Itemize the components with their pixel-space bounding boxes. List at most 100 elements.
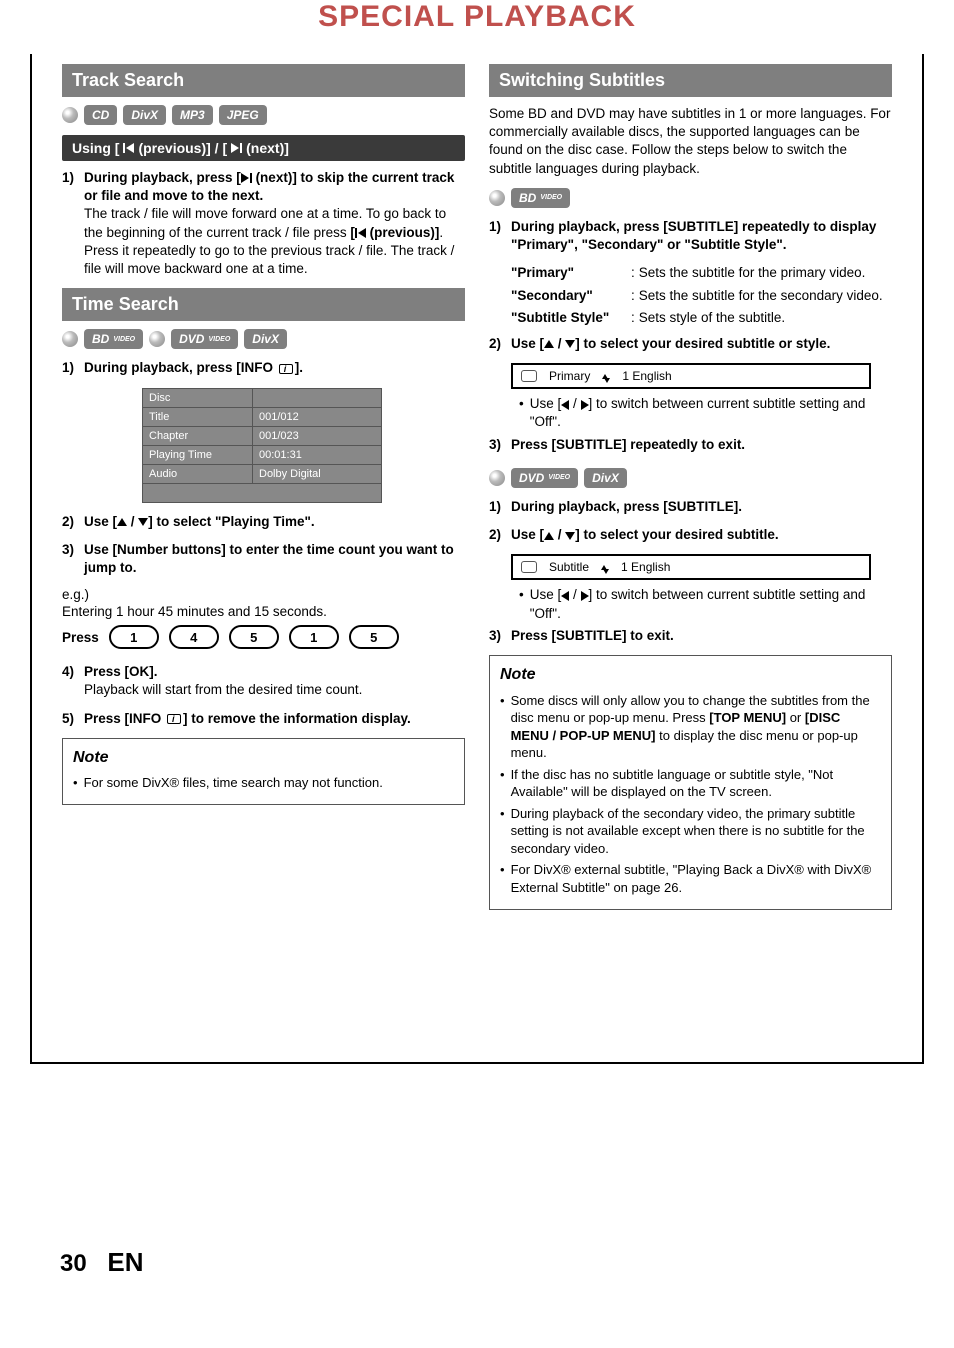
definition-row: "Subtitle Style" : Sets style of the sub… bbox=[511, 309, 892, 327]
disc-icon bbox=[489, 190, 505, 206]
step-lead: Use [ / ] to select "Playing Time". bbox=[84, 513, 465, 531]
table-cell: 001/012 bbox=[253, 407, 382, 426]
def-desc: Sets style of the subtitle. bbox=[639, 309, 785, 327]
def-desc: Sets the subtitle for the secondary vide… bbox=[639, 287, 883, 305]
number-button: 4 bbox=[169, 625, 219, 649]
def-desc: Sets the subtitle for the primary video. bbox=[639, 264, 866, 282]
step-body-text-2: Press it repeatedly to go to the previou… bbox=[84, 243, 454, 276]
note-item: If the disc has no subtitle language or … bbox=[511, 766, 881, 801]
step-number: 3) bbox=[62, 541, 84, 577]
down-arrow-icon bbox=[565, 532, 575, 540]
skip-next-icon bbox=[231, 143, 242, 153]
time-search-badges: BDVIDEO DVDVIDEO DivX bbox=[62, 329, 465, 349]
right-arrow-icon bbox=[581, 400, 589, 410]
page-number: 30 bbox=[60, 1250, 87, 1277]
updown-indicator-icon bbox=[602, 370, 610, 383]
osd-display: Subtitle 1 English bbox=[511, 554, 871, 580]
osd-text: 1 English bbox=[622, 369, 671, 383]
badge-divx: DivX bbox=[584, 468, 627, 488]
bd-steps-3: 3) Press [SUBTITLE] repeatedly to exit. bbox=[489, 436, 892, 454]
step-lead: Press [SUBTITLE] repeatedly to exit. bbox=[511, 436, 892, 454]
subbar-text-b: (previous)] / [ bbox=[138, 140, 227, 156]
left-arrow-icon bbox=[561, 591, 569, 601]
step-lead: During playback, press [SUBTITLE]. bbox=[511, 498, 892, 516]
number-button: 5 bbox=[349, 625, 399, 649]
dvd-badge-row: DVDVIDEO DivX bbox=[489, 468, 892, 488]
step-number: 2) bbox=[489, 526, 511, 544]
osd-icon bbox=[521, 561, 537, 573]
step-number: 4) bbox=[62, 663, 84, 699]
table-cell bbox=[143, 483, 382, 502]
osd-display: Primary 1 English bbox=[511, 363, 871, 389]
table-cell: Title bbox=[143, 407, 253, 426]
up-arrow-icon bbox=[117, 518, 127, 526]
table-cell bbox=[253, 388, 382, 407]
up-arrow-icon bbox=[544, 340, 554, 348]
section-time-search-title: Time Search bbox=[62, 288, 465, 321]
step-lead: Use [ / ] to select your desired subtitl… bbox=[511, 526, 892, 544]
left-arrow-icon bbox=[561, 400, 569, 410]
time-search-steps: 1) During playback, press [INFO ]. bbox=[62, 359, 465, 377]
def-term: "Subtitle Style" bbox=[511, 309, 631, 327]
info-icon bbox=[167, 714, 181, 724]
table-cell: 001/023 bbox=[253, 426, 382, 445]
example-text: Entering 1 hour 45 minutes and 15 second… bbox=[62, 604, 465, 619]
note-item: Some discs will only allow you to change… bbox=[511, 692, 881, 762]
time-search-steps-2: 2) Use [ / ] to select "Playing Time". 3… bbox=[62, 513, 465, 578]
sub-bullet: Use [ / ] to switch between current subt… bbox=[519, 586, 892, 622]
left-column: Track Search CD DivX MP3 JPEG Using [ (p… bbox=[62, 64, 465, 910]
table-cell: Dolby Digital bbox=[253, 464, 382, 483]
step-number: 3) bbox=[489, 627, 511, 645]
dvd-steps: 1) During playback, press [SUBTITLE]. 2)… bbox=[489, 498, 892, 544]
step-lead: Use [ / ] to select your desired subtitl… bbox=[511, 335, 892, 353]
dvd-steps-2: 3) Press [SUBTITLE] to exit. bbox=[489, 627, 892, 645]
table-cell: Playing Time bbox=[143, 445, 253, 464]
page-footer: 30 EN bbox=[60, 1247, 144, 1278]
disc-icon bbox=[62, 107, 78, 123]
right-column: Switching Subtitles Some BD and DVD may … bbox=[489, 64, 892, 910]
badge-bd: BDVIDEO bbox=[511, 188, 570, 208]
note-title: Note bbox=[73, 747, 454, 769]
step-lead: During playback, press [ (next)] to skip… bbox=[84, 170, 454, 203]
subbar-text-a: Using [ bbox=[72, 140, 119, 156]
number-button: 1 bbox=[289, 625, 339, 649]
updown-indicator-icon bbox=[601, 561, 609, 574]
badge-divx: DivX bbox=[244, 329, 287, 349]
step-number: 5) bbox=[62, 710, 84, 728]
press-button-row: Press 1 4 5 1 5 bbox=[62, 625, 465, 649]
table-cell: Disc bbox=[143, 388, 253, 407]
time-search-steps-3: 4) Press [OK]. Playback will start from … bbox=[62, 663, 465, 728]
skip-next-icon bbox=[241, 173, 252, 183]
step-number: 3) bbox=[489, 436, 511, 454]
disc-icon bbox=[62, 331, 78, 347]
bd-steps-2: 2) Use [ / ] to select your desired subt… bbox=[489, 335, 892, 353]
step-lead: During playback, press [SUBTITLE] repeat… bbox=[511, 218, 892, 254]
step-number: 1) bbox=[62, 169, 84, 278]
step-lead: Press [INFO ] to remove the information … bbox=[84, 710, 465, 728]
prev-ref: [ (previous)] bbox=[350, 225, 439, 240]
section-switching-subtitles-title: Switching Subtitles bbox=[489, 64, 892, 97]
up-arrow-icon bbox=[544, 532, 554, 540]
disc-icon bbox=[149, 331, 165, 347]
track-search-badges: CD DivX MP3 JPEG bbox=[62, 105, 465, 125]
page-frame: Track Search CD DivX MP3 JPEG Using [ (p… bbox=[30, 54, 924, 1064]
bd-steps: 1) During playback, press [SUBTITLE] rep… bbox=[489, 218, 892, 254]
badge-jpeg: JPEG bbox=[219, 105, 267, 125]
osd-text: Subtitle bbox=[549, 560, 589, 574]
badge-bd: BDVIDEO bbox=[84, 329, 143, 349]
bd-badge-row: BDVIDEO bbox=[489, 188, 892, 208]
down-arrow-icon bbox=[138, 518, 148, 526]
number-button: 5 bbox=[229, 625, 279, 649]
page-language: EN bbox=[107, 1247, 143, 1277]
step-lead: Press [SUBTITLE] to exit. bbox=[511, 627, 892, 645]
step-lead: Use [Number buttons] to enter the time c… bbox=[84, 541, 465, 577]
skip-previous-icon bbox=[355, 228, 366, 238]
down-arrow-icon bbox=[565, 340, 575, 348]
using-prev-next-bar: Using [ (previous)] / [ (next)] bbox=[62, 135, 465, 161]
step-number: 2) bbox=[489, 335, 511, 353]
def-term: "Primary" bbox=[511, 264, 631, 282]
badge-dvd: DVDVIDEO bbox=[171, 329, 238, 349]
table-cell: 00:01:31 bbox=[253, 445, 382, 464]
note-item: During playback of the secondary video, … bbox=[511, 805, 881, 858]
track-search-steps: 1) During playback, press [ (next)] to s… bbox=[62, 169, 465, 278]
